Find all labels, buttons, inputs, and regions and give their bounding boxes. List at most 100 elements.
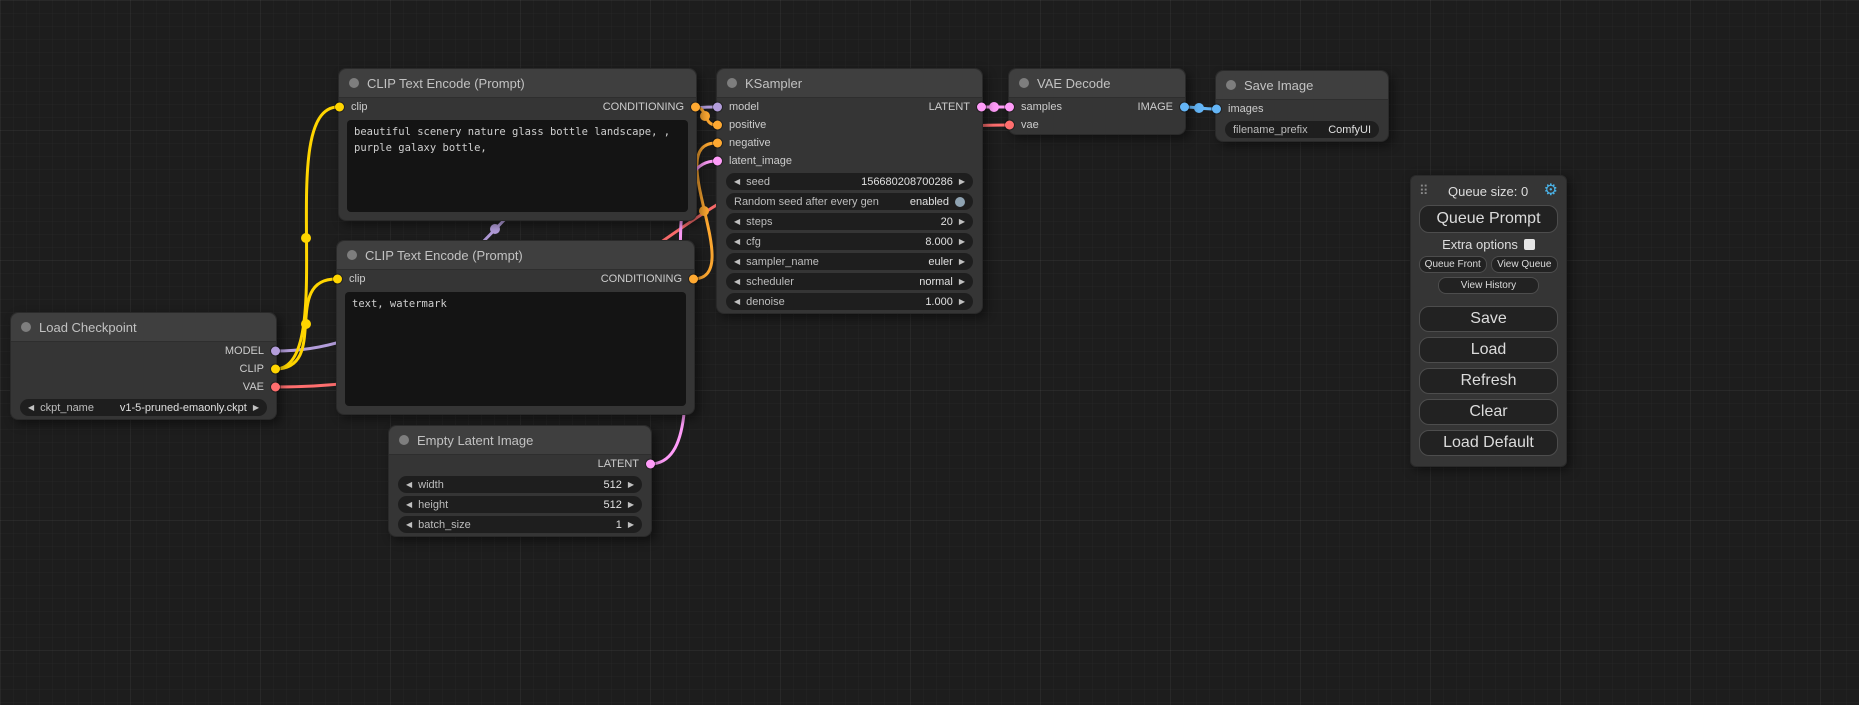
node-vae-decode[interactable]: VAE Decode samples IMAGE vae — [1008, 68, 1186, 135]
input-dot-clip[interactable] — [333, 275, 342, 284]
node-title-bar[interactable]: CLIP Text Encode (Prompt) — [337, 241, 694, 270]
output-dot-conditioning[interactable] — [689, 275, 698, 284]
output-dot-image[interactable] — [1180, 103, 1189, 112]
view-history-button[interactable]: View History — [1438, 277, 1538, 294]
clear-button[interactable]: Clear — [1419, 399, 1558, 425]
node-ksampler[interactable]: KSampler model LATENT positive negative … — [716, 68, 983, 314]
steps-widget[interactable]: ◀ steps 20 ▶ — [726, 213, 973, 230]
random-seed-toggle-widget[interactable]: Random seed after every gen enabled — [726, 193, 973, 210]
drag-handle-icon[interactable]: ⠿ — [1419, 183, 1429, 199]
node-title: Load Checkpoint — [39, 320, 137, 335]
node-title-bar[interactable]: Load Checkpoint — [11, 313, 276, 342]
increment-arrow-icon[interactable]: ▶ — [959, 297, 965, 306]
increment-arrow-icon[interactable]: ▶ — [959, 277, 965, 286]
collapse-dot[interactable] — [727, 78, 737, 88]
increment-arrow-icon[interactable]: ▶ — [628, 500, 634, 509]
output-dot-conditioning[interactable] — [691, 103, 700, 112]
decrement-arrow-icon[interactable]: ◀ — [734, 237, 740, 246]
node-title-bar[interactable]: Empty Latent Image — [389, 426, 651, 455]
decrement-arrow-icon[interactable]: ◀ — [734, 257, 740, 266]
node-save-image[interactable]: Save Image images filename_prefix ComfyU… — [1215, 70, 1389, 142]
scheduler-widget[interactable]: ◀ scheduler normal ▶ — [726, 273, 973, 290]
slot-label: images — [1228, 103, 1263, 115]
filename-prefix-widget[interactable]: filename_prefix ComfyUI — [1225, 121, 1379, 138]
output-dot-latent[interactable] — [646, 460, 655, 469]
node-load-checkpoint[interactable]: Load Checkpoint MODEL CLIP VAE ◀ ckpt_na… — [10, 312, 277, 420]
queue-prompt-button[interactable]: Queue Prompt — [1419, 205, 1558, 233]
increment-arrow-icon[interactable]: ▶ — [628, 480, 634, 489]
prompt-text-input[interactable]: beautiful scenery nature glass bottle la… — [347, 120, 688, 212]
sampler-name-widget[interactable]: ◀ sampler_name euler ▶ — [726, 253, 973, 270]
input-dot-latent-image[interactable] — [713, 157, 722, 166]
output-dot-vae[interactable] — [271, 383, 280, 392]
node-clip-text-encode-negative[interactable]: CLIP Text Encode (Prompt) clip CONDITION… — [336, 240, 695, 415]
widget-value: 20 — [941, 216, 953, 228]
negative-prompt-text-input[interactable]: text, watermark — [345, 292, 686, 406]
input-dot-model[interactable] — [713, 103, 722, 112]
slot-label: positive — [729, 119, 766, 131]
input-dot-clip[interactable] — [335, 103, 344, 112]
batch-size-widget[interactable]: ◀ batch_size 1 ▶ — [398, 516, 642, 533]
height-widget[interactable]: ◀ height 512 ▶ — [398, 496, 642, 513]
input-dot-positive[interactable] — [713, 121, 722, 130]
widget-value: 8.000 — [925, 236, 953, 248]
increment-arrow-icon[interactable]: ▶ — [253, 403, 259, 412]
load-default-button[interactable]: Load Default — [1419, 430, 1558, 456]
node-title-bar[interactable]: Save Image — [1216, 71, 1388, 100]
input-dot-vae[interactable] — [1005, 121, 1014, 130]
view-queue-button[interactable]: View Queue — [1491, 256, 1559, 273]
cfg-widget[interactable]: ◀ cfg 8.000 ▶ — [726, 233, 973, 250]
toggle-dot[interactable] — [955, 197, 965, 207]
decrement-arrow-icon[interactable]: ◀ — [734, 177, 740, 186]
collapse-dot[interactable] — [399, 435, 409, 445]
refresh-button[interactable]: Refresh — [1419, 368, 1558, 394]
widget-value: 1 — [616, 519, 622, 531]
widget-label: filename_prefix — [1233, 124, 1308, 136]
widget-value: 1.000 — [925, 296, 953, 308]
input-slot-negative: negative — [717, 134, 982, 152]
decrement-arrow-icon[interactable]: ◀ — [406, 500, 412, 509]
node-title-bar[interactable]: VAE Decode — [1009, 69, 1185, 98]
decrement-arrow-icon[interactable]: ◀ — [28, 403, 34, 412]
load-button[interactable]: Load — [1419, 337, 1558, 363]
decrement-arrow-icon[interactable]: ◀ — [406, 520, 412, 529]
collapse-dot[interactable] — [347, 250, 357, 260]
save-button[interactable]: Save — [1419, 306, 1558, 332]
decrement-arrow-icon[interactable]: ◀ — [734, 217, 740, 226]
collapse-dot[interactable] — [21, 322, 31, 332]
increment-arrow-icon[interactable]: ▶ — [628, 520, 634, 529]
output-dot-clip[interactable] — [271, 365, 280, 374]
node-title-bar[interactable]: KSampler — [717, 69, 982, 98]
node-clip-text-encode-positive[interactable]: CLIP Text Encode (Prompt) clip CONDITION… — [338, 68, 697, 221]
output-dot-model[interactable] — [271, 347, 280, 356]
increment-arrow-icon[interactable]: ▶ — [959, 217, 965, 226]
decrement-arrow-icon[interactable]: ◀ — [734, 297, 740, 306]
decrement-arrow-icon[interactable]: ◀ — [734, 277, 740, 286]
seed-widget[interactable]: ◀ seed 156680208700286 ▶ — [726, 173, 973, 190]
queue-front-button[interactable]: Queue Front — [1419, 256, 1487, 273]
node-empty-latent-image[interactable]: Empty Latent Image LATENT ◀ width 512 ▶ … — [388, 425, 652, 537]
collapse-dot[interactable] — [349, 78, 359, 88]
increment-arrow-icon[interactable]: ▶ — [959, 257, 965, 266]
slot-row-model-latent: model LATENT — [717, 98, 982, 116]
widget-label: height — [418, 499, 448, 511]
collapse-dot[interactable] — [1019, 78, 1029, 88]
queue-panel[interactable]: ⠿ Queue size: 0 ⚙ Queue Prompt Extra opt… — [1410, 175, 1567, 467]
ckpt-name-widget[interactable]: ◀ ckpt_name v1-5-pruned-emaonly.ckpt ▶ — [20, 399, 267, 416]
increment-arrow-icon[interactable]: ▶ — [959, 177, 965, 186]
denoise-widget[interactable]: ◀ denoise 1.000 ▶ — [726, 293, 973, 310]
increment-arrow-icon[interactable]: ▶ — [959, 237, 965, 246]
extra-options-checkbox[interactable] — [1524, 239, 1535, 250]
output-dot-latent[interactable] — [977, 103, 986, 112]
input-dot-negative[interactable] — [713, 139, 722, 148]
input-dot-images[interactable] — [1212, 105, 1221, 114]
node-graph-canvas[interactable]: Load Checkpoint MODEL CLIP VAE ◀ ckpt_na… — [0, 0, 1859, 705]
decrement-arrow-icon[interactable]: ◀ — [406, 480, 412, 489]
settings-gear-icon[interactable]: ⚙ — [1544, 183, 1558, 199]
queue-small-buttons: Queue Front View Queue — [1419, 256, 1558, 273]
width-widget[interactable]: ◀ width 512 ▶ — [398, 476, 642, 493]
collapse-dot[interactable] — [1226, 80, 1236, 90]
input-dot-samples[interactable] — [1005, 103, 1014, 112]
workflow-buttons: Save Load Refresh Clear Load Default — [1419, 306, 1558, 456]
node-title-bar[interactable]: CLIP Text Encode (Prompt) — [339, 69, 696, 98]
